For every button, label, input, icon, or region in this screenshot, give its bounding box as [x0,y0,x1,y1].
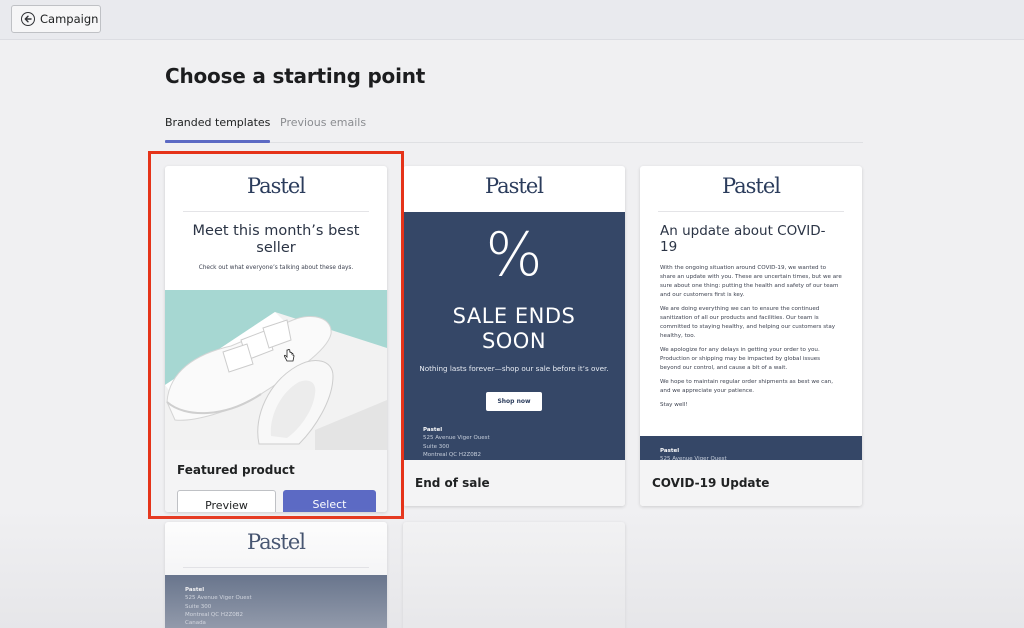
template-card-4[interactable]: Pastel Pastel 525 Avenue Viger Ouest Sui… [165,522,387,628]
percent-symbol: % [485,220,543,290]
footer-address: Pastel 525 Avenue Viger Ouest [660,447,727,460]
template-card-placeholder [403,522,625,628]
footer-band: Pastel 525 Avenue Viger Ouest [640,436,862,460]
template-headline: Meet this month’s best seller [192,223,360,256]
template-card-featured-product[interactable]: Pastel Meet this month’s best seller Che… [165,166,387,512]
top-bar: Campaign [0,0,1024,40]
covid-paragraph: We hope to maintain regular order shipme… [660,379,834,394]
address-line1: 525 Avenue Viger Ouest [185,595,252,602]
arrow-left-icon [21,12,35,26]
footer-address: Pastel 525 Avenue Viger Ouest Suite 300 … [185,586,252,627]
address-line1: 525 Avenue Viger Ouest [423,435,490,442]
address-company: Pastel [185,587,205,593]
divider [183,567,369,568]
template-headline: An update about COVID-19 [660,223,826,255]
brand-logo: Pastel [484,174,544,198]
covid-body: With the ongoing situation around COVID-… [660,264,842,410]
template-name: COVID-19 Update [640,460,862,506]
template-name: End of sale [403,460,625,506]
brand-logo: Pastel [721,174,781,198]
back-to-campaign-button[interactable]: Campaign [11,5,101,33]
back-button-label: Campaign [40,12,99,26]
tab-previous-emails[interactable]: Previous emails [280,116,366,129]
covid-paragraph: Stay well! [660,402,688,408]
covid-paragraph: We apologize for any delays in getting y… [660,347,821,371]
template-subtext: Check out what everyone’s talking about … [198,265,354,271]
address-company: Pastel [660,448,680,454]
sale-subtext: Nothing lasts forever—shop our sale befo… [419,364,609,373]
covid-paragraph: We are doing everything we can to ensure… [660,306,836,339]
product-image [165,290,387,450]
address-company: Pastel [423,427,443,433]
template-card-end-of-sale[interactable]: Pastel % SALE ENDS SOON Nothing lasts fo… [403,166,625,506]
shop-now-button[interactable]: Shop now [486,392,542,411]
hand-cursor-icon [283,348,295,362]
brand-logo: Pastel [246,530,306,554]
template-card-covid-update[interactable]: Pastel An update about COVID-19 With the… [640,166,862,506]
address-line3: Montreal QC H2Z0B2 [185,611,244,618]
tab-branded-templates[interactable]: Branded templates [165,116,271,143]
address-line2: Suite 300 [423,443,450,450]
sale-banner: % SALE ENDS SOON Nothing lasts forever—s… [403,212,625,466]
address-line2: Suite 300 [185,603,212,610]
select-button[interactable]: Select [283,490,376,512]
divider [183,211,369,212]
sale-headline: SALE ENDS SOON [452,304,576,353]
template-tabs: Branded templates Previous emails [165,116,863,143]
brand-logo: Pastel [246,174,306,198]
preview-button[interactable]: Preview [177,490,276,512]
page-title: Choose a starting point [165,64,426,88]
footer-band: Pastel 525 Avenue Viger Ouest Suite 300 … [165,575,387,628]
address-line3: Montreal QC H2Z0B2 [423,451,482,458]
divider [658,211,844,212]
address-country: Canada [185,620,206,626]
covid-paragraph: With the ongoing situation around COVID-… [660,265,842,298]
